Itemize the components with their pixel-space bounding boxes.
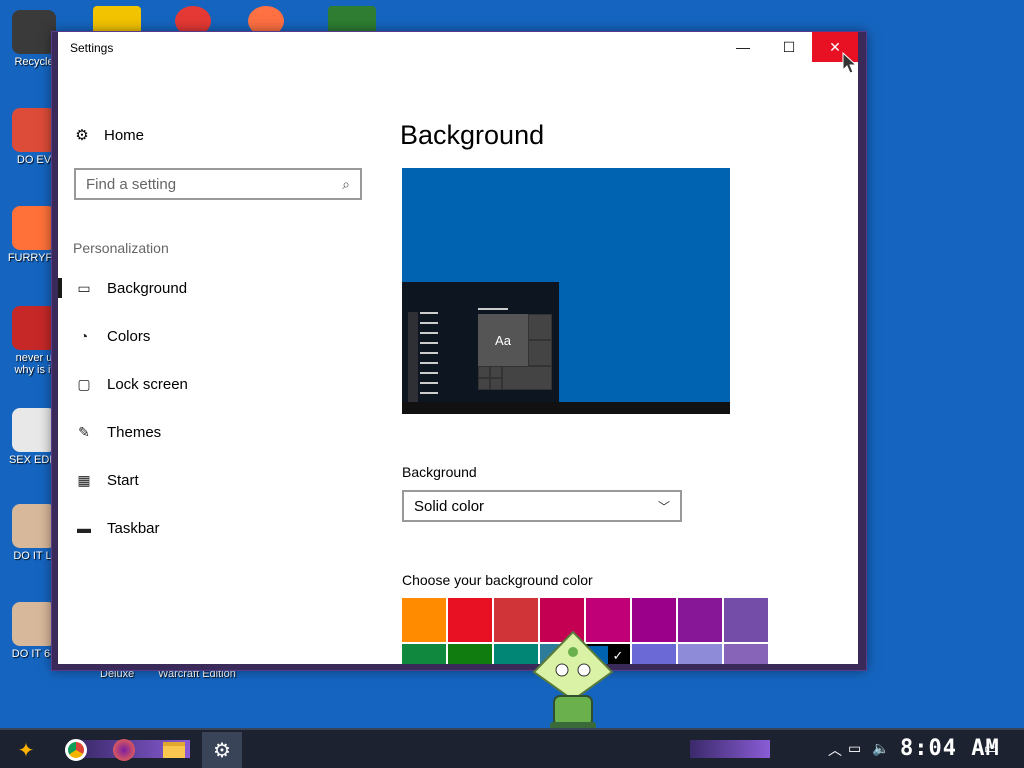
- search-placeholder: Find a setting: [86, 175, 177, 193]
- nav-item-colors[interactable]: ◔ Colors: [58, 316, 378, 356]
- search-input[interactable]: Find a setting ⌕: [74, 168, 362, 200]
- chevron-up-icon[interactable]: ︿: [828, 740, 842, 760]
- preview-start-menu: Aa: [402, 282, 559, 402]
- taskbar: ✦ ⚙ ︿ ▭ 🔈 8:04 AM ▭: [0, 728, 1024, 768]
- settings-taskbar-button[interactable]: ⚙: [202, 732, 242, 768]
- preview-taskbar: [402, 402, 730, 414]
- nav-home-label: Home: [104, 126, 145, 144]
- firefox-taskbar-button[interactable]: [104, 732, 144, 768]
- nav-item-lock-screen[interactable]: ▢ Lock screen: [58, 364, 378, 404]
- desktop-icon-image: [12, 504, 56, 548]
- nav-item-taskbar[interactable]: ▬ Taskbar: [58, 508, 378, 548]
- color-swatch[interactable]: [678, 598, 722, 642]
- chevron-down-icon: ﹀: [657, 499, 670, 514]
- section-label: Personalization: [73, 240, 169, 256]
- desktop-icon-image: [12, 10, 56, 54]
- themes-icon: ✎: [78, 423, 90, 440]
- taskbar-icon: ▬: [77, 520, 91, 536]
- nav-home[interactable]: ⚙ Home: [74, 126, 145, 145]
- background-preview: Aa: [402, 168, 730, 414]
- nav-item-label: Background: [107, 279, 188, 297]
- desktop-icon-image: [12, 408, 56, 452]
- minimize-button[interactable]: —: [720, 32, 766, 62]
- file-explorer-button[interactable]: [154, 732, 194, 768]
- page-title: Background: [400, 120, 545, 150]
- gear-icon: ⚙: [75, 127, 89, 144]
- color-swatch[interactable]: [448, 598, 492, 642]
- desktop-icon-image: [12, 108, 56, 152]
- color-swatch[interactable]: [632, 644, 676, 664]
- nav-item-label: Lock screen: [107, 375, 188, 393]
- window-title: Settings: [70, 41, 114, 55]
- color-swatch[interactable]: [402, 598, 446, 642]
- settings-window: Settings — ☐ ✕ ⚙ Home Find a setting ⌕ P…: [52, 32, 866, 670]
- background-dropdown-value: Solid color: [414, 497, 485, 515]
- color-swatch[interactable]: [724, 598, 768, 642]
- chrome-taskbar-button[interactable]: [56, 732, 96, 768]
- nav-item-start[interactable]: ▦ Start: [58, 460, 378, 500]
- color-swatch[interactable]: [448, 644, 492, 664]
- color-swatch[interactable]: [632, 598, 676, 642]
- network-icon[interactable]: ▭: [848, 740, 861, 757]
- cursor-icon: [842, 52, 858, 74]
- desktop-icon-image: [12, 306, 56, 350]
- nav-item-label: Themes: [107, 423, 162, 441]
- nav-item-background[interactable]: ▭ Background: [58, 268, 378, 308]
- maximize-button[interactable]: ☐: [766, 32, 812, 62]
- color-swatch[interactable]: [724, 644, 768, 664]
- color-swatch[interactable]: [678, 644, 722, 664]
- notification-icon[interactable]: ▭: [984, 740, 997, 757]
- preview-tile: Aa: [478, 314, 528, 366]
- settings-nav: ⚙ Home Find a setting ⌕ Personalization …: [58, 64, 378, 664]
- start-button[interactable]: ✦: [6, 732, 46, 768]
- picture-icon: ▭: [77, 279, 91, 296]
- volume-icon[interactable]: 🔈: [872, 740, 889, 757]
- background-dropdown[interactable]: Solid color ﹀: [402, 490, 682, 522]
- title-bar[interactable]: Settings — ☐ ✕: [58, 32, 858, 64]
- nav-item-label: Start: [107, 471, 139, 489]
- settings-content: Background Aa Background Solid color ﹀ C…: [400, 64, 850, 664]
- palette-icon: ◔: [79, 328, 89, 344]
- search-icon: ⌕: [342, 175, 350, 192]
- color-label: Choose your background color: [402, 572, 593, 588]
- start-icon: ▦: [77, 471, 91, 488]
- lock-screen-icon: ▢: [77, 375, 91, 392]
- desktop-icon-image: [12, 206, 56, 250]
- nav-item-label: Taskbar: [107, 519, 160, 537]
- nav-item-label: Colors: [107, 327, 151, 345]
- desktop-icon-image: [12, 602, 56, 646]
- background-label: Background: [402, 464, 477, 480]
- character-image: [532, 630, 614, 732]
- color-swatch[interactable]: [402, 644, 446, 664]
- nav-item-themes[interactable]: ✎ Themes: [58, 412, 378, 452]
